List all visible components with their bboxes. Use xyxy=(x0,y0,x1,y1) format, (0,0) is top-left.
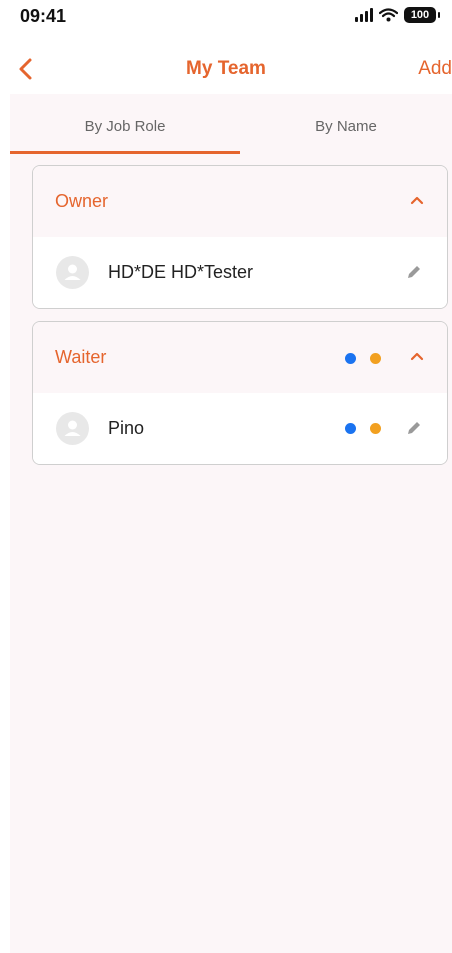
status-dots xyxy=(345,353,381,364)
status-dots xyxy=(345,423,381,434)
wifi-icon xyxy=(379,8,398,22)
member-row[interactable]: HD*DE HD*Tester xyxy=(33,237,447,308)
member-name: HD*DE HD*Tester xyxy=(108,262,254,282)
group-card-waiter: Waiter Pino xyxy=(32,321,448,465)
group-header-waiter[interactable]: Waiter xyxy=(33,322,447,393)
pencil-edit-icon[interactable] xyxy=(405,419,423,437)
signal-icon xyxy=(355,8,373,22)
pencil-edit-icon[interactable] xyxy=(405,263,423,281)
blue-dot xyxy=(345,353,356,364)
status-icons: 100 xyxy=(355,6,440,24)
member-name: Pino xyxy=(108,418,145,438)
page-title: My Team xyxy=(186,58,266,79)
chevron-up-icon xyxy=(410,352,424,361)
group-header-owner[interactable]: Owner xyxy=(33,166,447,237)
group-title: Owner xyxy=(55,191,109,211)
member-row[interactable]: Pino xyxy=(33,393,447,464)
tab-bar: By Job Role By Name xyxy=(10,94,452,154)
battery-icon: 100 xyxy=(404,7,440,23)
content-area: By Job Role By Name Owner HD*DE HD*Teste… xyxy=(10,94,452,953)
tab-by-name[interactable]: By Name xyxy=(240,118,452,135)
status-time: 09:41 xyxy=(20,6,67,26)
user-avatar-icon xyxy=(56,256,89,289)
tab-by-job-role[interactable]: By Job Role xyxy=(10,118,240,135)
blue-dot xyxy=(345,423,356,434)
add-button[interactable]: Add xyxy=(418,58,452,80)
chevron-up-icon xyxy=(410,196,424,205)
orange-dot xyxy=(370,353,381,364)
group-title: Waiter xyxy=(55,347,107,367)
orange-dot xyxy=(370,423,381,434)
user-avatar-icon xyxy=(56,412,89,445)
status-bar: 09:41 100 xyxy=(0,0,452,44)
active-tab-indicator xyxy=(10,151,240,154)
group-card-owner: Owner HD*DE HD*Tester xyxy=(32,165,448,309)
nav-bar: My Team Add xyxy=(0,48,452,92)
